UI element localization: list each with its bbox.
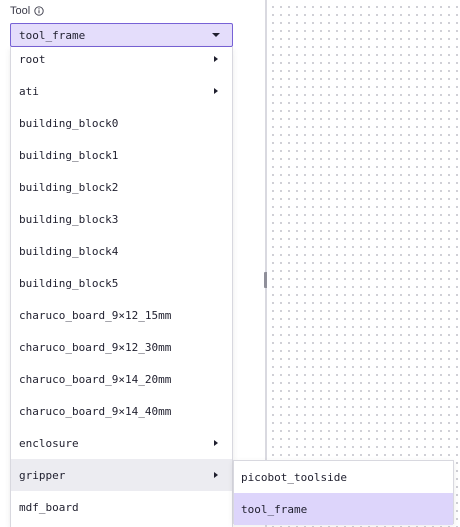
menu-item-label: building_block0 — [19, 116, 119, 130]
menu-item-label: ati — [19, 84, 39, 98]
menu-item[interactable]: charuco_board_9×14_40mm — [11, 395, 232, 427]
submenu-item-label: picobot_toolside — [241, 470, 347, 484]
menu-item[interactable]: charuco_board_9×14_20mm — [11, 363, 232, 395]
submenu-item[interactable]: tool_frame — [234, 493, 453, 525]
tool-label-text: Tool — [10, 5, 31, 17]
menu-item-label: charuco_board_9×14_40mm — [19, 404, 172, 418]
menu-item[interactable]: building_block5 — [11, 267, 232, 299]
menu-item[interactable]: charuco_board_9×12_30mm — [11, 331, 232, 363]
menu-item[interactable]: building_block3 — [11, 203, 232, 235]
gripper-submenu: picobot_toolside tool_frame — [233, 460, 454, 525]
submenu-item-label: tool_frame — [241, 502, 308, 516]
menu-item-label: building_block5 — [19, 276, 119, 290]
menu-item[interactable]: gripper — [11, 459, 232, 491]
menu-item-label: building_block1 — [19, 148, 119, 162]
chevron-right-icon — [214, 440, 218, 446]
menu-item[interactable]: building_block2 — [11, 171, 232, 203]
menu-item-label: gripper — [19, 468, 66, 482]
tool-select-value: tool_frame — [19, 28, 86, 42]
chevron-right-icon — [214, 56, 218, 62]
caret-down-icon — [212, 33, 220, 37]
chevron-right-icon — [214, 472, 218, 478]
menu-item-label: building_block3 — [19, 212, 119, 226]
dotted-canvas[interactable] — [267, 0, 460, 527]
menu-item[interactable]: root — [11, 43, 232, 75]
left-panel: Tool tool_frame root ati building_block0bu… — [0, 0, 265, 527]
submenu-item[interactable]: picobot_toolside — [234, 461, 453, 493]
menu-item[interactable]: enclosure — [11, 427, 232, 459]
menu-item-label: enclosure — [19, 436, 79, 450]
menu-item[interactable]: mdf_board — [11, 491, 232, 523]
info-circle-icon[interactable] — [34, 6, 44, 16]
menu-item[interactable]: building_block1 — [11, 139, 232, 171]
menu-item[interactable]: building_block0 — [11, 107, 232, 139]
tool-dropdown-menu: root ati building_block0 building_block1bui… — [10, 47, 233, 527]
menu-item-label: charuco_board_9×12_15mm — [19, 308, 172, 322]
menu-item[interactable]: ati — [11, 75, 232, 107]
menu-item-label: charuco_board_9×12_30mm — [19, 340, 172, 354]
menu-item-label: building_block4 — [19, 244, 119, 258]
chevron-right-icon — [214, 88, 218, 94]
menu-item-label: charuco_board_9×14_20mm — [19, 372, 172, 386]
menu-item-label: root — [19, 52, 46, 66]
menu-item[interactable]: charuco_board_9×12_15mm — [11, 299, 232, 331]
tool-field-label: Tool — [10, 4, 44, 18]
menu-item[interactable]: building_block4 — [11, 235, 232, 267]
menu-item-label: mdf_board — [19, 500, 79, 514]
menu-item-label: building_block2 — [19, 180, 119, 194]
